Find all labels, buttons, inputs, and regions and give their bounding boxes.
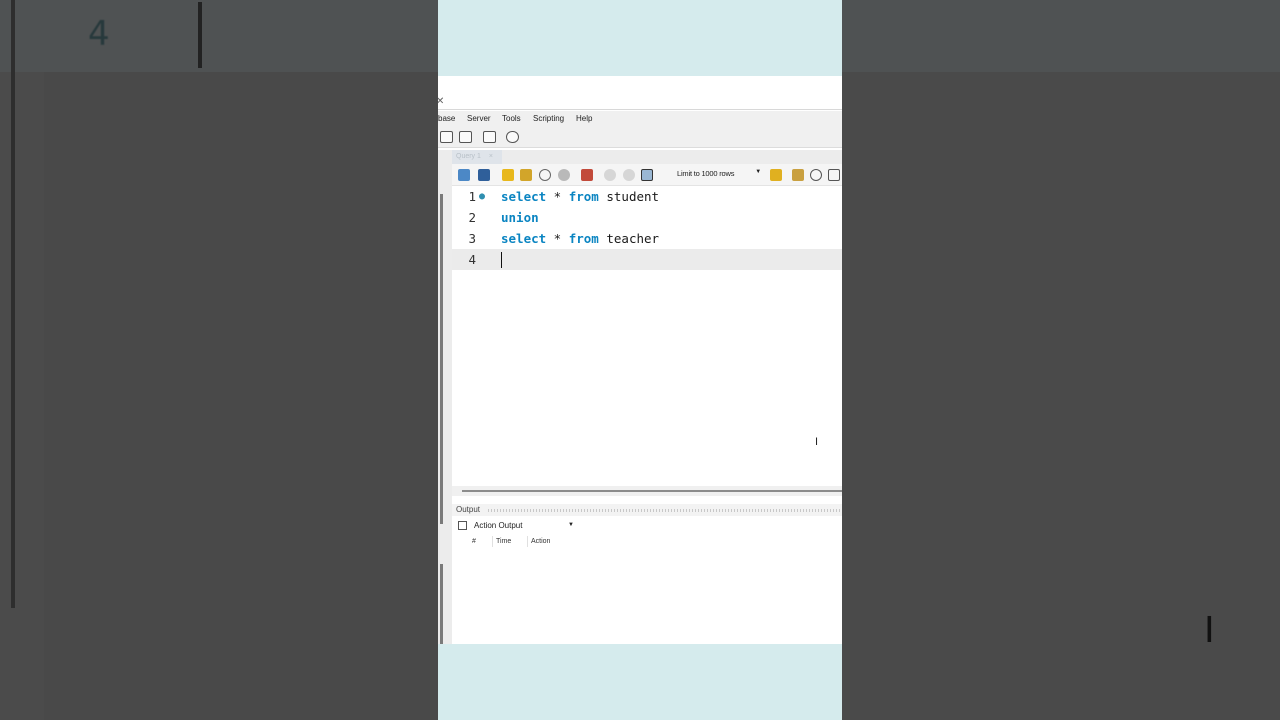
- editor-toolbar: Limit to 1000 rows ▼: [452, 164, 842, 186]
- statement-marker-icon: ●: [479, 191, 486, 202]
- menu-bar: base Server Tools Scripting Help: [438, 111, 842, 127]
- workbench-window: ✕ base Server Tools Scripting Help Query…: [438, 76, 842, 644]
- find-icon[interactable]: [810, 169, 822, 181]
- reconnect-icon[interactable]: [506, 131, 519, 143]
- background-scrollbar: [11, 0, 15, 608]
- background-caret: [198, 2, 202, 68]
- column-divider: [527, 536, 528, 547]
- menu-scripting[interactable]: Scripting: [533, 114, 564, 123]
- left-sidebar-edge: [438, 164, 452, 644]
- autocommit-icon[interactable]: [641, 169, 653, 181]
- copy-icon[interactable]: [458, 521, 467, 530]
- open-script-icon[interactable]: [459, 131, 472, 143]
- output-title: Output: [456, 505, 481, 514]
- column-number[interactable]: #: [472, 538, 476, 545]
- editor-line: 2 union: [452, 207, 842, 228]
- column-divider: [492, 536, 493, 547]
- add-snippet-icon[interactable]: [770, 169, 782, 181]
- ibeam-cursor: I: [815, 436, 819, 448]
- sql-file-icon[interactable]: [440, 131, 453, 143]
- line-number: 1: [468, 189, 476, 204]
- commit-icon[interactable]: [604, 169, 616, 181]
- background-line-number: 4: [88, 14, 110, 54]
- title-bar: ✕: [438, 76, 842, 110]
- menu-server[interactable]: Server: [467, 114, 491, 123]
- editor-line: 1 ● select * from student: [452, 186, 842, 207]
- inspector-icon[interactable]: [483, 131, 496, 143]
- rollback-icon[interactable]: [623, 169, 635, 181]
- tab-close-icon[interactable]: ×: [489, 153, 493, 160]
- editor-line-current: 4: [452, 249, 842, 270]
- line-code: union: [501, 210, 539, 225]
- output-panel-header: Output: [452, 504, 842, 516]
- video-frame: ✕ base Server Tools Scripting Help Query…: [438, 0, 842, 720]
- output-type-label: Action Output: [474, 521, 523, 530]
- output-log: [452, 548, 842, 640]
- menu-database[interactable]: base: [438, 114, 455, 123]
- chevron-down-icon: ▼: [568, 522, 574, 528]
- output-type-select[interactable]: Action Output ▼: [452, 518, 842, 534]
- menu-help[interactable]: Help: [576, 114, 592, 123]
- panel-splitter[interactable]: [452, 486, 842, 496]
- background-ibeam-cursor: I: [1204, 610, 1215, 651]
- background-left: 4: [0, 0, 438, 720]
- open-file-icon[interactable]: [458, 169, 470, 181]
- background-strip: [842, 0, 1280, 72]
- tab-label: Query 1: [456, 153, 481, 160]
- column-time[interactable]: Time: [496, 538, 511, 545]
- invisible-chars-icon[interactable]: [828, 169, 840, 181]
- close-icon[interactable]: ✕: [438, 96, 444, 107]
- chevron-down-icon: ▼: [755, 169, 761, 175]
- save-icon[interactable]: [478, 169, 490, 181]
- editor-line: 3 select * from teacher: [452, 228, 842, 249]
- line-code: select * from teacher: [501, 231, 660, 246]
- output-scrollbar[interactable]: [440, 564, 443, 644]
- tab-query-1[interactable]: Query 1 ×: [452, 150, 502, 164]
- menu-tools[interactable]: Tools: [502, 114, 521, 123]
- background-strip: [0, 0, 438, 72]
- line-code: select * from student: [501, 189, 660, 204]
- column-action[interactable]: Action: [531, 538, 550, 545]
- execute-icon[interactable]: [502, 169, 514, 181]
- explain-icon[interactable]: [539, 169, 551, 181]
- line-number: 3: [468, 231, 476, 246]
- background-right: I: [842, 0, 1280, 720]
- line-number: 2: [468, 210, 476, 225]
- output-column-header: # Time Action: [452, 535, 842, 548]
- query-tab-strip: Query 1 ×: [438, 150, 842, 164]
- beautify-icon[interactable]: [792, 169, 804, 181]
- execute-current-icon[interactable]: [520, 169, 532, 181]
- sql-editor[interactable]: 1 ● select * from student 2 union 3 sele…: [452, 186, 842, 486]
- line-number: 4: [468, 252, 476, 267]
- main-toolbar: [438, 127, 842, 148]
- toggle-error-icon[interactable]: [581, 169, 593, 181]
- background-panel: [44, 72, 438, 720]
- limit-rows-select[interactable]: Limit to 1000 rows ▼: [677, 169, 761, 181]
- splitter-line: [462, 490, 842, 492]
- stop-icon[interactable]: [558, 169, 570, 181]
- text-caret: [501, 252, 502, 268]
- header-grip: [488, 509, 842, 512]
- limit-rows-label: Limit to 1000 rows: [677, 169, 735, 178]
- sidebar-scrollbar[interactable]: [440, 194, 443, 524]
